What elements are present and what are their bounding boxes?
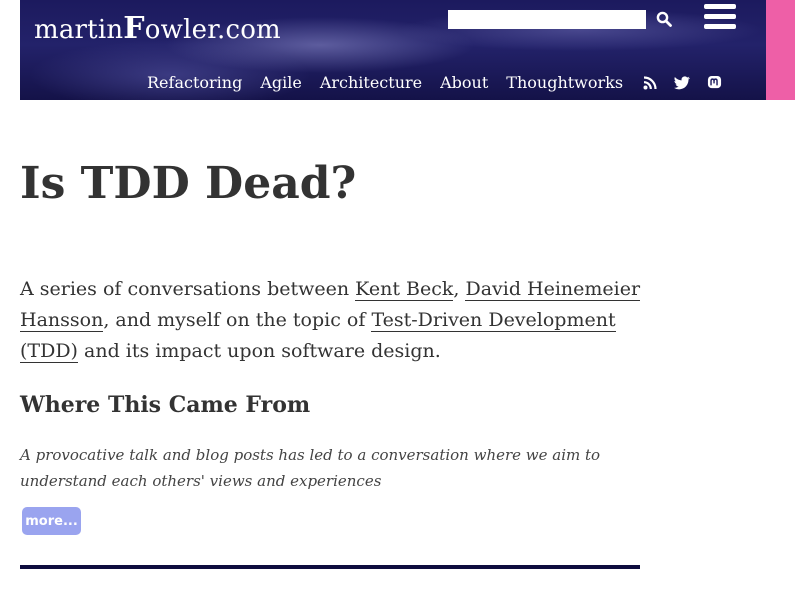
main-nav: Refactoring Agile Architecture About Tho…: [147, 73, 737, 92]
hamburger-icon-bar: [704, 4, 736, 9]
site-logo[interactable]: martinFowler.com: [34, 11, 281, 46]
intro-text: A series of conversations between: [20, 278, 356, 300]
page-title: Is TDD Dead?: [20, 158, 357, 209]
site-header: martinFowler.com Refactoring Agile Archi…: [20, 0, 766, 100]
section-title: Where This Came From: [20, 392, 311, 418]
nav-link-about[interactable]: About: [440, 73, 488, 92]
mastodon-icon[interactable]: [705, 74, 723, 92]
search-input[interactable]: [448, 10, 646, 29]
logo-suffix: owler.com: [144, 15, 281, 45]
logo-strong-letter: F: [123, 11, 145, 46]
search-button[interactable]: [654, 10, 674, 30]
rss-icon[interactable]: [641, 74, 659, 92]
nav-link-refactoring[interactable]: Refactoring: [147, 73, 242, 92]
more-button[interactable]: more...: [22, 507, 81, 535]
intro-paragraph: A series of conversations between Kent B…: [20, 274, 650, 367]
hamburger-icon-bar: [704, 24, 736, 29]
nav-link-agile[interactable]: Agile: [260, 73, 302, 92]
nav-link-thoughtworks[interactable]: Thoughtworks: [506, 73, 623, 92]
hamburger-icon-bar: [704, 14, 736, 19]
nav-link-architecture[interactable]: Architecture: [320, 73, 422, 92]
intro-text: , and myself on the topic of: [103, 309, 372, 331]
kent-beck-link[interactable]: Kent Beck: [355, 278, 454, 301]
accent-bar: [766, 0, 795, 100]
page: martinFowler.com Refactoring Agile Archi…: [0, 0, 800, 600]
logo-prefix: martin: [34, 15, 124, 45]
section-divider: [20, 565, 640, 569]
intro-text: ,: [453, 278, 466, 300]
menu-button[interactable]: [704, 4, 738, 32]
intro-text: and its impact upon software design.: [77, 340, 441, 362]
twitter-icon[interactable]: [673, 74, 691, 92]
search-icon: [656, 11, 672, 27]
section-summary: A provocative talk and blog posts has le…: [20, 446, 601, 490]
